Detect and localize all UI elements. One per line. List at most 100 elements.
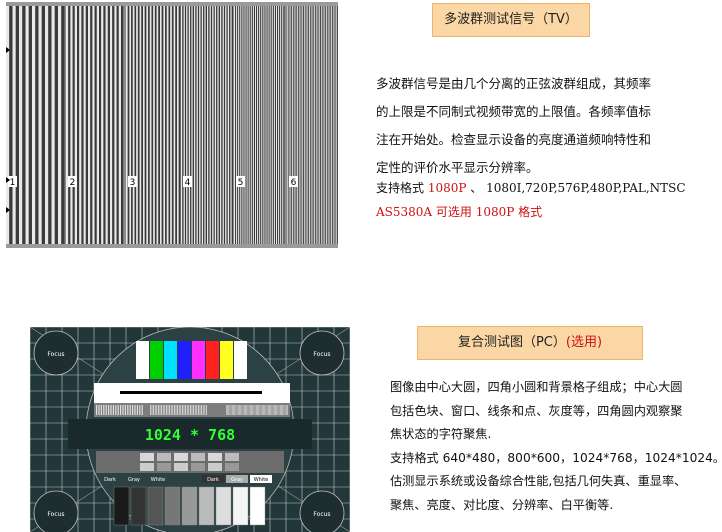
resolution-stripe <box>240 405 241 415</box>
gray-step-patch <box>208 453 222 461</box>
burst-stripe <box>326 2 327 248</box>
burst-stripe <box>81 2 84 248</box>
burst-stripe <box>132 2 135 248</box>
burst-stripe <box>131 2 133 248</box>
burst-stripe <box>114 2 117 248</box>
burst-stripe <box>257 2 259 248</box>
resolution-stripe <box>186 405 188 415</box>
resolution-stripe <box>280 405 281 415</box>
resolution-stripe <box>229 405 231 415</box>
burst-stripe <box>70 2 73 248</box>
burst-stripe <box>327 2 329 248</box>
burst-stripe <box>298 2 299 248</box>
burst-stripe <box>156 2 159 248</box>
burst-stripe <box>183 2 185 248</box>
resolution-stripe <box>161 405 162 415</box>
burst-stripe <box>200 2 202 248</box>
burst-stripe <box>305 2 307 248</box>
burst-stripe <box>203 2 205 248</box>
resolution-stripe <box>190 405 191 415</box>
grayscale-bar <box>164 486 181 526</box>
burst-stripe <box>243 2 245 248</box>
grayscale-bar <box>249 486 266 526</box>
burst-stripe <box>161 2 164 248</box>
resolution-stripe <box>199 405 201 415</box>
burst-stripe <box>41 2 45 248</box>
resolution-stripe <box>245 405 246 415</box>
burst-stripe <box>186 2 188 248</box>
burst-bottom-band <box>6 244 338 248</box>
burst-stripe <box>58 2 62 248</box>
burst-stripe <box>107 2 110 248</box>
resolution-stripe <box>172 405 174 415</box>
burst-stripe <box>77 2 80 248</box>
burst-stripe <box>288 2 290 248</box>
burst-stripe <box>214 2 217 248</box>
resolution-stripe <box>166 405 167 415</box>
burst-stripe <box>322 2 324 248</box>
burst-stripe <box>165 2 167 248</box>
burst-stripe <box>201 2 204 248</box>
composite-description: 图像由中心大圆，四角小圆和背景格子组成；中心大圆 包括色块、窗口、线条和点、灰度… <box>390 376 722 517</box>
burst-label: 5 <box>238 178 244 188</box>
burst-stripe <box>301 2 303 248</box>
burst-stripe <box>184 2 187 248</box>
burst-stripe <box>137 2 140 248</box>
resolution-stripe <box>259 405 261 415</box>
burst-stripe <box>293 2 295 248</box>
resolution-stripe <box>250 405 251 415</box>
burst-stripe <box>268 2 270 248</box>
window-line <box>120 391 262 394</box>
burst-stripe <box>258 2 260 248</box>
burst-stripe <box>240 2 242 248</box>
burst-stripe <box>54 2 58 248</box>
burst-stripe <box>22 2 26 248</box>
burst-stripe <box>199 2 201 248</box>
burst-stripe <box>229 2 231 248</box>
burst-stripe <box>213 2 215 248</box>
burst-stripe <box>158 2 160 248</box>
burst-label: 3 <box>130 178 136 188</box>
burst-stripe <box>319 2 321 248</box>
resolution-stripe <box>193 405 194 415</box>
resolution-stripe <box>159 405 161 415</box>
burst-stripe <box>287 2 289 248</box>
burst-stripe <box>261 2 263 248</box>
resolution-stripe <box>129 405 131 415</box>
focus-label: Focus <box>47 351 64 358</box>
resolution-stripe <box>139 405 141 415</box>
resolution-stripe <box>170 405 172 415</box>
burst-stripe <box>45 2 49 248</box>
resolution-stripe <box>251 405 252 415</box>
resolution-stripe <box>117 405 119 415</box>
burst-stripe <box>68 2 71 248</box>
color-bar <box>206 341 219 379</box>
color-bar <box>234 341 247 379</box>
resolution-stripe <box>235 405 237 415</box>
burst-stripe <box>272 2 274 248</box>
gray-step-patch <box>208 463 222 471</box>
burst-stripe <box>271 2 273 248</box>
burst-stripe <box>287 2 288 248</box>
resolution-stripe <box>262 405 263 415</box>
resolution-stripe <box>103 405 105 415</box>
resolution-stripe <box>242 405 244 415</box>
burst-stripe <box>195 2 197 248</box>
burst-stripe <box>154 2 157 248</box>
resolution-stripe <box>265 405 267 415</box>
burst-stripe <box>105 2 108 248</box>
resolution-stripe <box>164 405 166 415</box>
grayscale-bar <box>130 486 147 526</box>
burst-stripe <box>290 2 292 248</box>
burst-stripe <box>298 2 300 248</box>
resolution-stripe <box>275 405 276 415</box>
resolution-stripe <box>158 405 159 415</box>
burst-stripe <box>99 2 102 248</box>
burst-stripe <box>103 2 106 248</box>
burst-stripe <box>187 2 189 248</box>
resolution-stripe <box>238 405 239 415</box>
burst-stripe <box>304 2 306 248</box>
multiburst-description: 多波群信号是由几个分离的正弦波群组成，其频率 的上限是不同制式视频带宽的上限值。… <box>376 70 651 182</box>
burst-stripe <box>291 2 293 248</box>
resolution-stripe <box>178 405 180 415</box>
